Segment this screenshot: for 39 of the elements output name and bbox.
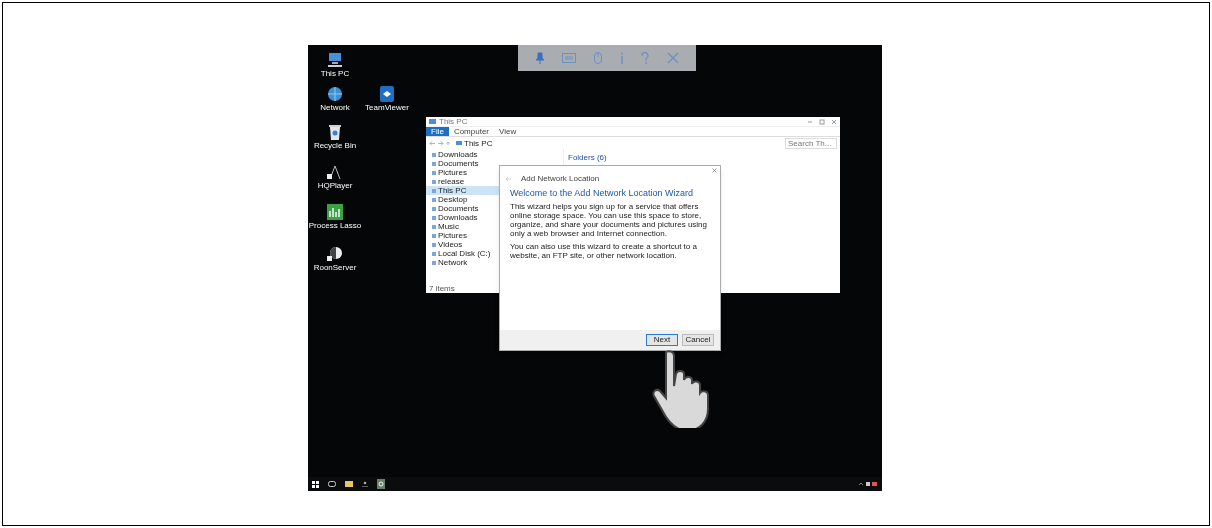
nav-item[interactable]: Documents [426, 159, 563, 168]
bar-chart-icon[interactable] [326, 203, 344, 221]
computer-icon [456, 141, 462, 145]
globe-icon[interactable] [326, 85, 344, 103]
app-icon[interactable] [377, 479, 385, 489]
close-icon[interactable] [712, 168, 717, 173]
arrows-app-icon[interactable] [378, 85, 396, 103]
icon-label: Process Lasso [308, 221, 362, 230]
status-text: 7 items [429, 283, 455, 293]
group-heading[interactable]: Folders (6) [568, 153, 607, 162]
half-circle-icon[interactable] [326, 245, 344, 263]
window-controls-icon[interactable] [807, 118, 837, 125]
computer-icon[interactable] [326, 51, 344, 69]
address-bar[interactable]: This PC [456, 138, 782, 148]
icon-label: HQPlayer [317, 181, 353, 190]
task-view-icon[interactable] [328, 481, 336, 487]
ribbon-tab[interactable]: View [494, 127, 522, 136]
nav-item[interactable]: Network [426, 258, 563, 267]
window-title: This PC [439, 117, 468, 126]
dialog-button[interactable]: Cancel [682, 334, 714, 346]
icon-label: This PC [320, 69, 350, 78]
pin-icon[interactable] [534, 52, 545, 64]
ribbon-tab[interactable]: File [426, 127, 449, 136]
dialog-button[interactable]: Next [646, 334, 678, 346]
icon-label: Recycle Bin [313, 141, 357, 150]
computer-icon [429, 118, 436, 125]
ribbon-tab[interactable]: Computer [448, 127, 494, 136]
wizard-text: This wizard helps you sign up for a service that offers online storage space. You can use this space to store, organize, and share your documents and pictures using only a web browser and Internet connection. [510, 202, 708, 238]
icon-label: RoonServer [313, 263, 357, 272]
nav-item[interactable]: Downloads [426, 150, 563, 159]
nav-item[interactable]: Desktop [426, 195, 563, 204]
icon-label: TeamViewer [365, 103, 409, 112]
system-tray-icon[interactable] [858, 481, 878, 487]
wizard-text: You can also use this wizard to create a shortcut to a website, an FTP site, or other network location. [510, 242, 698, 260]
person-icon[interactable] [362, 481, 368, 487]
trash-bin-icon[interactable] [326, 123, 344, 141]
windows-logo-icon[interactable] [312, 480, 319, 488]
icon-label: Network [320, 103, 350, 112]
search-field[interactable]: Search Th... [785, 137, 837, 149]
